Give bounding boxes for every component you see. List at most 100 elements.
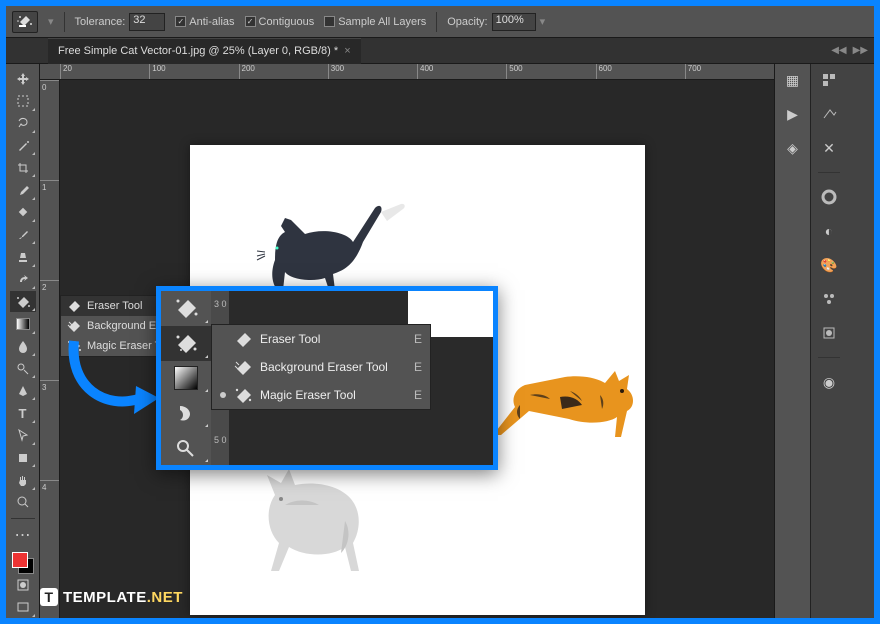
tolerance-label: Tolerance: bbox=[75, 16, 126, 28]
flyout-item-eraser[interactable]: Eraser Tool E bbox=[212, 325, 430, 353]
gradient-tool-large[interactable] bbox=[161, 361, 211, 396]
move-tool[interactable] bbox=[10, 68, 36, 89]
checkbox-icon: ✓ bbox=[245, 16, 256, 27]
contiguous-checkbox[interactable]: ✓ Contiguous bbox=[245, 16, 315, 28]
flyout-item-label: Background Eraser Tool bbox=[260, 360, 388, 374]
type-tool[interactable]: T bbox=[10, 402, 36, 423]
magic-eraser-icon bbox=[174, 332, 198, 354]
hand-tool[interactable] bbox=[10, 469, 36, 490]
opacity-input[interactable]: 100% bbox=[492, 13, 536, 31]
flyout-item-label: Eraser Tool bbox=[87, 300, 142, 312]
eraser-tool-large[interactable] bbox=[161, 291, 211, 326]
anti-alias-label: Anti-alias bbox=[189, 16, 234, 28]
tab-nav-right-icon[interactable]: ▶▶ bbox=[853, 45, 868, 56]
opacity-field: Opacity: 100% ▾ bbox=[447, 13, 545, 31]
checkbox-icon: ✓ bbox=[175, 16, 186, 27]
magic-eraser-glyph-icon bbox=[16, 14, 34, 30]
color-swatches[interactable] bbox=[12, 552, 34, 573]
close-tab-icon[interactable]: × bbox=[344, 45, 350, 57]
tolerance-input[interactable]: 32 bbox=[129, 13, 165, 31]
grid-panel-icon[interactable]: ▦ bbox=[783, 70, 803, 90]
document-title: Free Simple Cat Vector-01.jpg @ 25% (Lay… bbox=[58, 45, 338, 57]
color-panel-icon[interactable] bbox=[819, 187, 839, 207]
character-panel-tab[interactable]: A bbox=[876, 68, 880, 85]
right-panel-dock: ▦ ▶ ◈ ✕ ◐ 🎨 ◉ A ¶ bbox=[774, 64, 874, 618]
paragraph-panel-tab[interactable]: ¶ bbox=[876, 93, 880, 110]
anti-alias-checkbox[interactable]: ✓ Anti-alias bbox=[175, 16, 234, 28]
eraser-tool-flyout-large: Eraser Tool E Background Eraser Tool E M… bbox=[211, 324, 431, 410]
foreground-color-swatch[interactable] bbox=[12, 552, 28, 568]
eyedropper-tool[interactable] bbox=[10, 179, 36, 200]
checkbox-icon bbox=[324, 16, 335, 27]
background-eraser-icon bbox=[67, 320, 81, 332]
magic-wand-tool[interactable] bbox=[10, 135, 36, 156]
dodge-tool[interactable] bbox=[10, 358, 36, 379]
gradient-icon bbox=[174, 366, 198, 390]
watermark-logo-icon: T bbox=[40, 588, 58, 606]
flyout-item-label: Eraser Tool bbox=[260, 332, 320, 346]
tab-nav-left-icon[interactable]: ◀◀ bbox=[831, 45, 846, 56]
shapes-panel-icon[interactable] bbox=[819, 323, 839, 343]
screen-mode-icon[interactable] bbox=[10, 597, 36, 618]
eraser-icon bbox=[234, 331, 252, 347]
annotation-arrow-icon bbox=[64, 336, 164, 436]
adjustments-panel-icon[interactable] bbox=[819, 104, 839, 124]
magic-eraser-icon bbox=[234, 387, 252, 403]
play-panel-icon[interactable]: ▶ bbox=[783, 104, 803, 124]
libraries-panel-icon[interactable]: ◉ bbox=[819, 372, 839, 392]
smudge-icon bbox=[174, 402, 198, 424]
marquee-tool[interactable] bbox=[10, 90, 36, 111]
dropdown-caret-icon[interactable]: ▾ bbox=[540, 15, 546, 28]
tools-panel: T ⋯ bbox=[6, 64, 40, 618]
contiguous-label: Contiguous bbox=[259, 16, 315, 28]
spot-healing-tool[interactable] bbox=[10, 202, 36, 223]
horizontal-ruler: 20100200300400500600700 bbox=[40, 64, 774, 80]
layers-panel-icon[interactable]: ◈ bbox=[783, 138, 803, 158]
swatches-panel-icon[interactable]: ◐ bbox=[819, 221, 839, 241]
styles-panel-icon[interactable]: ✕ bbox=[819, 138, 839, 158]
flyout-item-shortcut: E bbox=[414, 332, 422, 346]
path-selection-tool[interactable] bbox=[10, 425, 36, 446]
vertical-ruler: 01234 bbox=[40, 80, 60, 618]
clone-stamp-tool[interactable] bbox=[10, 246, 36, 267]
eraser-icon bbox=[67, 300, 81, 312]
zoom-tool[interactable] bbox=[10, 492, 36, 513]
blur-tool[interactable] bbox=[10, 336, 36, 357]
flyout-item-shortcut: E bbox=[414, 360, 422, 374]
history-brush-tool[interactable] bbox=[10, 269, 36, 290]
magic-eraser-icon[interactable] bbox=[12, 11, 38, 33]
lasso-tool[interactable] bbox=[10, 113, 36, 134]
crop-tool[interactable] bbox=[10, 157, 36, 178]
flyout-item-magic-eraser[interactable]: Magic Eraser Tool E bbox=[212, 381, 430, 409]
pen-tool[interactable] bbox=[10, 380, 36, 401]
tolerance-field: Tolerance: 32 bbox=[75, 13, 166, 31]
cat-gray-illustration bbox=[235, 455, 435, 595]
eraser-icon bbox=[174, 297, 198, 319]
sample-all-layers-checkbox[interactable]: Sample All Layers bbox=[324, 16, 426, 28]
edit-toolbar-icon[interactable]: ⋯ bbox=[10, 524, 36, 545]
options-bar: ▾ Tolerance: 32 ✓ Anti-alias ✓ Contiguou… bbox=[6, 6, 874, 38]
quick-mask-icon[interactable] bbox=[10, 575, 36, 596]
flyout-item-label: Magic Eraser Tool bbox=[260, 388, 356, 402]
selected-indicator-icon bbox=[220, 392, 226, 398]
rectangle-tool[interactable] bbox=[10, 447, 36, 468]
patterns-panel-icon[interactable] bbox=[819, 289, 839, 309]
dodge-tool-large[interactable] bbox=[161, 430, 211, 465]
gradient-tool[interactable] bbox=[10, 313, 36, 334]
opacity-label: Opacity: bbox=[447, 16, 487, 28]
document-tab[interactable]: Free Simple Cat Vector-01.jpg @ 25% (Lay… bbox=[48, 38, 361, 64]
highlight-toolbar-strip bbox=[161, 291, 211, 465]
magic-eraser-tool-large[interactable] bbox=[161, 326, 211, 361]
watermark-brand: TEMPLATE.NET bbox=[63, 589, 183, 606]
dodge-icon bbox=[174, 437, 198, 459]
brush-tool[interactable] bbox=[10, 224, 36, 245]
properties-panel-icon[interactable] bbox=[819, 70, 839, 90]
watermark: T TEMPLATE.NET bbox=[40, 588, 183, 606]
eraser-tool[interactable] bbox=[10, 291, 36, 312]
document-tab-bar: Free Simple Cat Vector-01.jpg @ 25% (Lay… bbox=[6, 38, 874, 64]
flyout-item-background-eraser[interactable]: Background Eraser Tool E bbox=[212, 353, 430, 381]
sample-all-label: Sample All Layers bbox=[338, 16, 426, 28]
smudge-tool-large[interactable] bbox=[161, 395, 211, 430]
flyout-item-shortcut: E bbox=[414, 388, 422, 402]
gradients-panel-icon[interactable]: 🎨 bbox=[819, 255, 839, 275]
